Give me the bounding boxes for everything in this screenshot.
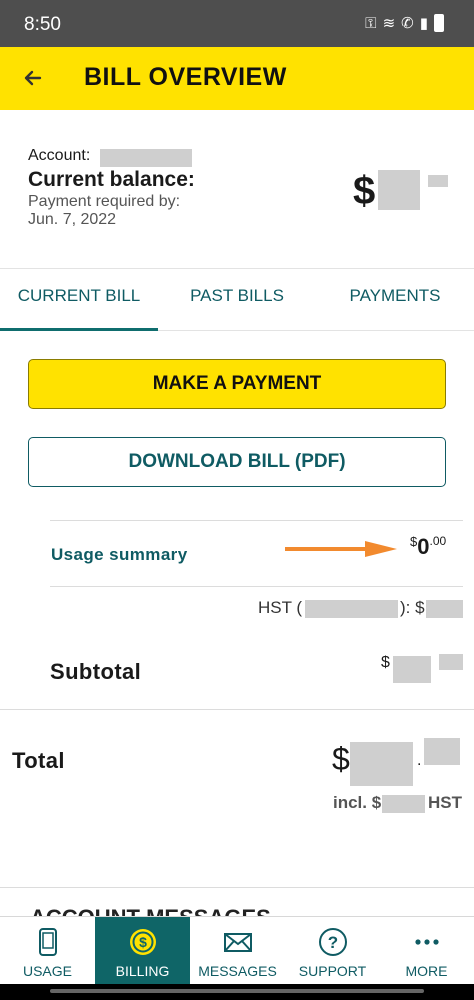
account-number-redacted bbox=[100, 149, 192, 167]
usage-amount-cents: .00 bbox=[429, 534, 447, 548]
divider bbox=[50, 586, 463, 587]
app-header: BILL OVERVIEW bbox=[0, 47, 474, 110]
total-label: Total bbox=[12, 748, 65, 773]
nav-billing[interactable]: $ BILLING bbox=[95, 917, 190, 985]
nav-more[interactable]: MORE bbox=[379, 917, 474, 985]
bottom-navigation: USAGE $ BILLING MESSAGES ? SUPPORT MORE bbox=[0, 916, 474, 985]
usage-amount: $0.00 bbox=[410, 534, 446, 560]
nav-usage-label: USAGE bbox=[22, 963, 72, 979]
phone-icon bbox=[38, 928, 57, 956]
account-label: Account: bbox=[28, 147, 91, 164]
download-bill-button[interactable]: DOWNLOAD BILL (PDF) bbox=[28, 437, 446, 487]
total-decimal-point: . bbox=[417, 752, 422, 769]
subtotal-amount-redacted bbox=[393, 656, 431, 683]
incl-label: incl. $ bbox=[333, 793, 382, 812]
nav-support-label: SUPPORT bbox=[298, 963, 367, 979]
subtotal-symbol: $ bbox=[381, 654, 390, 671]
payment-due-date: Jun. 7, 2022 bbox=[28, 211, 117, 228]
key-icon: ⚿ bbox=[365, 14, 377, 32]
call-icon: ✆ bbox=[401, 15, 414, 32]
hst-label: HST ( bbox=[258, 598, 303, 617]
incl-hst-label: HST bbox=[428, 793, 462, 812]
balance-amount-redacted bbox=[378, 170, 420, 210]
svg-text:?: ? bbox=[327, 933, 337, 952]
svg-text:$: $ bbox=[139, 934, 147, 950]
subtotal-cents-redacted bbox=[439, 654, 463, 670]
nav-billing-label: BILLING bbox=[115, 963, 170, 979]
bill-tabs: CURRENT BILL PAST BILLS PAYMENTS bbox=[0, 268, 474, 331]
dollar-coin-icon: $ bbox=[129, 929, 156, 955]
gesture-bar bbox=[0, 984, 474, 1000]
nav-more-label: MORE bbox=[405, 963, 448, 979]
home-gesture-handle[interactable] bbox=[50, 989, 424, 993]
total-symbol: $ bbox=[332, 741, 350, 777]
balance-currency-symbol: $ bbox=[353, 169, 376, 213]
current-balance-label: Current balance: bbox=[28, 168, 195, 191]
nav-usage[interactable]: USAGE bbox=[0, 917, 95, 985]
back-arrow-icon[interactable] bbox=[18, 63, 48, 93]
nav-support[interactable]: ? SUPPORT bbox=[285, 917, 380, 985]
nav-messages-label: MESSAGES bbox=[198, 963, 277, 979]
payment-required: Payment required by: Jun. 7, 2022 bbox=[28, 193, 180, 229]
divider bbox=[0, 709, 474, 710]
payment-required-label: Payment required by: bbox=[28, 193, 181, 210]
status-bar: 8:50 ⚿ ≋ ✆ ▮ bbox=[0, 0, 474, 47]
balance-cents-redacted bbox=[428, 175, 448, 187]
page-title: BILL OVERVIEW bbox=[84, 63, 287, 91]
divider bbox=[0, 887, 474, 888]
incl-hst-amount-redacted bbox=[382, 795, 425, 813]
bill-details bbox=[0, 505, 474, 905]
battery-icon bbox=[434, 14, 444, 32]
hst-number-redacted bbox=[305, 600, 398, 618]
hst-amount-redacted bbox=[426, 600, 463, 618]
more-dots-icon bbox=[414, 939, 439, 945]
account-summary: Account: Current balance: Payment requir… bbox=[28, 147, 448, 247]
tab-current-bill[interactable]: CURRENT BILL bbox=[0, 269, 158, 331]
make-payment-button[interactable]: MAKE A PAYMENT bbox=[28, 359, 446, 409]
status-icons: ⚿ ≋ ✆ ▮ bbox=[365, 14, 444, 32]
tab-past-bills[interactable]: PAST BILLS bbox=[158, 269, 316, 331]
usage-amount-whole: 0 bbox=[417, 534, 430, 559]
envelope-icon bbox=[223, 933, 252, 952]
question-circle-icon: ? bbox=[318, 928, 347, 956]
usage-summary-link[interactable]: Usage summary bbox=[51, 545, 188, 565]
total-amount-redacted bbox=[350, 742, 413, 786]
wifi-icon: ≋ bbox=[382, 15, 396, 32]
divider bbox=[50, 520, 463, 521]
nav-messages[interactable]: MESSAGES bbox=[190, 917, 285, 985]
signal-icon: ▮ bbox=[419, 15, 428, 32]
annotation-arrow-icon bbox=[285, 541, 397, 557]
tab-payments[interactable]: PAYMENTS bbox=[316, 269, 474, 331]
subtotal-label: Subtotal bbox=[50, 659, 142, 684]
status-time: 8:50 bbox=[24, 14, 61, 35]
hst-separator: ): $ bbox=[400, 598, 425, 617]
total-cents-redacted bbox=[424, 738, 460, 765]
